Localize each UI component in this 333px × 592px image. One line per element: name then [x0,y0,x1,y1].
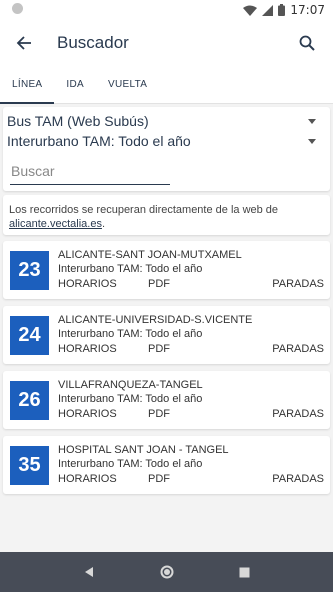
route-subtitle: Interurbano TAM: Todo el año [58,458,203,470]
route-actions: HORARIOS PDF PARADAS [58,343,324,357]
status-time: 17:07 [290,3,325,17]
company-select-value: Bus TAM (Web Subús) [7,113,149,129]
notification-dot-icon [12,3,23,14]
route-card[interactable]: 24 ALICANTE-UNIVERSIDAD-S.VICENTE Interu… [3,306,330,364]
route-name: VILLAFRANQUEZA-TANGEL [58,379,203,391]
pdf-button[interactable]: PDF [148,473,170,485]
schedule-select[interactable]: Interurbano TAM: Todo el año [3,131,330,151]
route-name: HOSPITAL SANT JOAN - TANGEL [58,444,229,456]
search-input[interactable]: Buscar [10,161,170,185]
status-bar: 17:07 [0,0,333,20]
status-right: 17:07 [243,3,325,17]
company-select[interactable]: Bus TAM (Web Subús) [3,111,330,131]
info-text: Los recorridos se recuperan directamente… [9,204,279,216]
paradas-button[interactable]: PARADAS [272,278,324,290]
route-card[interactable]: 23 ALICANTE-SANT JOAN-MUTXAMEL Interurba… [3,241,330,299]
route-number-badge: 24 [10,316,49,355]
route-actions: HORARIOS PDF PARADAS [58,278,324,292]
page-title: Buscador [57,33,129,52]
route-card[interactable]: 35 HOSPITAL SANT JOAN - TANGEL Interurba… [3,436,330,494]
schedule-select-value: Interurbano TAM: Todo el año [7,133,191,149]
route-card[interactable]: 26 VILLAFRANQUEZA-TANGEL Interurbano TAM… [3,371,330,429]
app-bar: Buscador [0,20,333,66]
route-name: ALICANTE-UNIVERSIDAD-S.VICENTE [58,314,253,326]
source-link[interactable]: alicante.vectalia.es [9,218,102,230]
battery-icon [278,4,286,16]
pdf-button[interactable]: PDF [148,278,170,290]
arrow-left-icon [16,36,31,50]
paradas-button[interactable]: PARADAS [272,343,324,355]
route-subtitle: Interurbano TAM: Todo el año [58,328,203,340]
square-recents-icon[interactable] [239,567,250,578]
route-name: ALICANTE-SANT JOAN-MUTXAMEL [58,249,242,261]
paradas-button[interactable]: PARADAS [272,408,324,420]
tab-bar: LÍNEA IDA VUELTA [0,66,333,104]
horarios-button[interactable]: HORARIOS [58,343,117,355]
signal-icon [262,4,274,16]
info-card: Los recorridos se recuperan directamente… [3,195,330,235]
wifi-icon [243,5,258,16]
back-button[interactable] [2,21,46,65]
route-number-badge: 23 [10,251,49,290]
horarios-button[interactable]: HORARIOS [58,473,117,485]
route-number-badge: 26 [10,381,49,420]
info-suffix: . [101,218,106,230]
route-subtitle: Interurbano TAM: Todo el año [58,393,203,405]
system-nav-bar [0,552,333,592]
search-button[interactable] [285,21,329,65]
route-actions: HORARIOS PDF PARADAS [58,473,324,487]
route-number-badge: 35 [10,446,49,485]
tab-vuelta[interactable]: VUELTA [96,66,159,103]
filter-card: Bus TAM (Web Subús) Interurbano TAM: Tod… [3,107,330,191]
dropdown-caret-icon [308,118,316,124]
circle-home-icon[interactable] [160,565,174,579]
paradas-button[interactable]: PARADAS [272,473,324,485]
triangle-back-icon[interactable] [83,566,95,578]
horarios-button[interactable]: HORARIOS [58,408,117,420]
pdf-button[interactable]: PDF [148,343,170,355]
search-icon [299,35,315,51]
pdf-button[interactable]: PDF [148,408,170,420]
status-left [12,3,23,17]
tab-linea[interactable]: LÍNEA [0,66,55,104]
route-actions: HORARIOS PDF PARADAS [58,408,324,422]
horarios-button[interactable]: HORARIOS [58,278,117,290]
tab-ida[interactable]: IDA [54,66,96,103]
route-subtitle: Interurbano TAM: Todo el año [58,263,203,275]
dropdown-caret-icon [308,138,316,144]
